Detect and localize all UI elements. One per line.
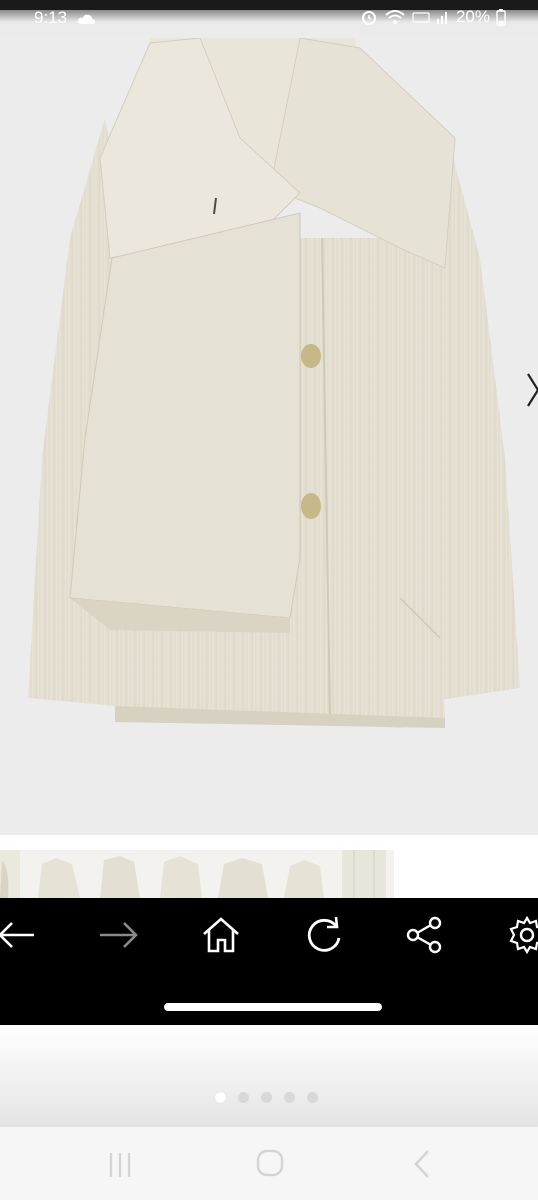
carousel-dot[interactable] <box>261 1092 272 1103</box>
forward-arrow-icon[interactable] <box>96 912 142 958</box>
back-arrow-icon[interactable] <box>0 912 40 958</box>
thumbnail[interactable] <box>276 850 332 898</box>
recents-icon[interactable] <box>100 1147 140 1181</box>
thumbnail[interactable] <box>334 850 394 898</box>
thumbnail-strip[interactable] <box>0 850 394 898</box>
share-icon[interactable] <box>402 912 448 958</box>
volte-icon <box>412 12 430 23</box>
cream-coat-image <box>28 38 520 728</box>
carousel-dot[interactable] <box>215 1092 226 1103</box>
battery-percent: 20% <box>455 7 490 26</box>
home-icon[interactable] <box>198 912 244 958</box>
thumbnail[interactable] <box>26 850 90 898</box>
android-nav-bar <box>0 1127 538 1200</box>
signal-icon <box>436 12 447 24</box>
carousel-dot[interactable] <box>238 1092 249 1103</box>
status-right-group: 20% <box>360 7 506 27</box>
carousel-dots <box>215 1092 325 1104</box>
settings-icon[interactable] <box>504 912 538 958</box>
carousel-area <box>0 1025 538 1127</box>
thumbnail[interactable] <box>92 850 148 898</box>
carousel-dot[interactable] <box>307 1092 318 1103</box>
cloud-icon <box>77 14 96 24</box>
thumbnail[interactable] <box>0 850 20 898</box>
wifi-icon <box>385 10 405 24</box>
carousel-dot[interactable] <box>284 1092 295 1103</box>
back-chevron-icon[interactable] <box>402 1147 442 1181</box>
home-circle-icon[interactable] <box>250 1147 290 1181</box>
alarm-icon <box>361 11 376 25</box>
battery-icon <box>496 9 506 26</box>
gesture-handle[interactable] <box>164 1003 382 1011</box>
thumbnail[interactable] <box>150 850 210 898</box>
next-image-arrow-icon[interactable] <box>520 370 538 410</box>
refresh-icon[interactable] <box>300 912 346 958</box>
product-image[interactable] <box>0 38 538 835</box>
thumbnail[interactable] <box>212 850 274 898</box>
status-time: 9:13 <box>34 8 68 27</box>
